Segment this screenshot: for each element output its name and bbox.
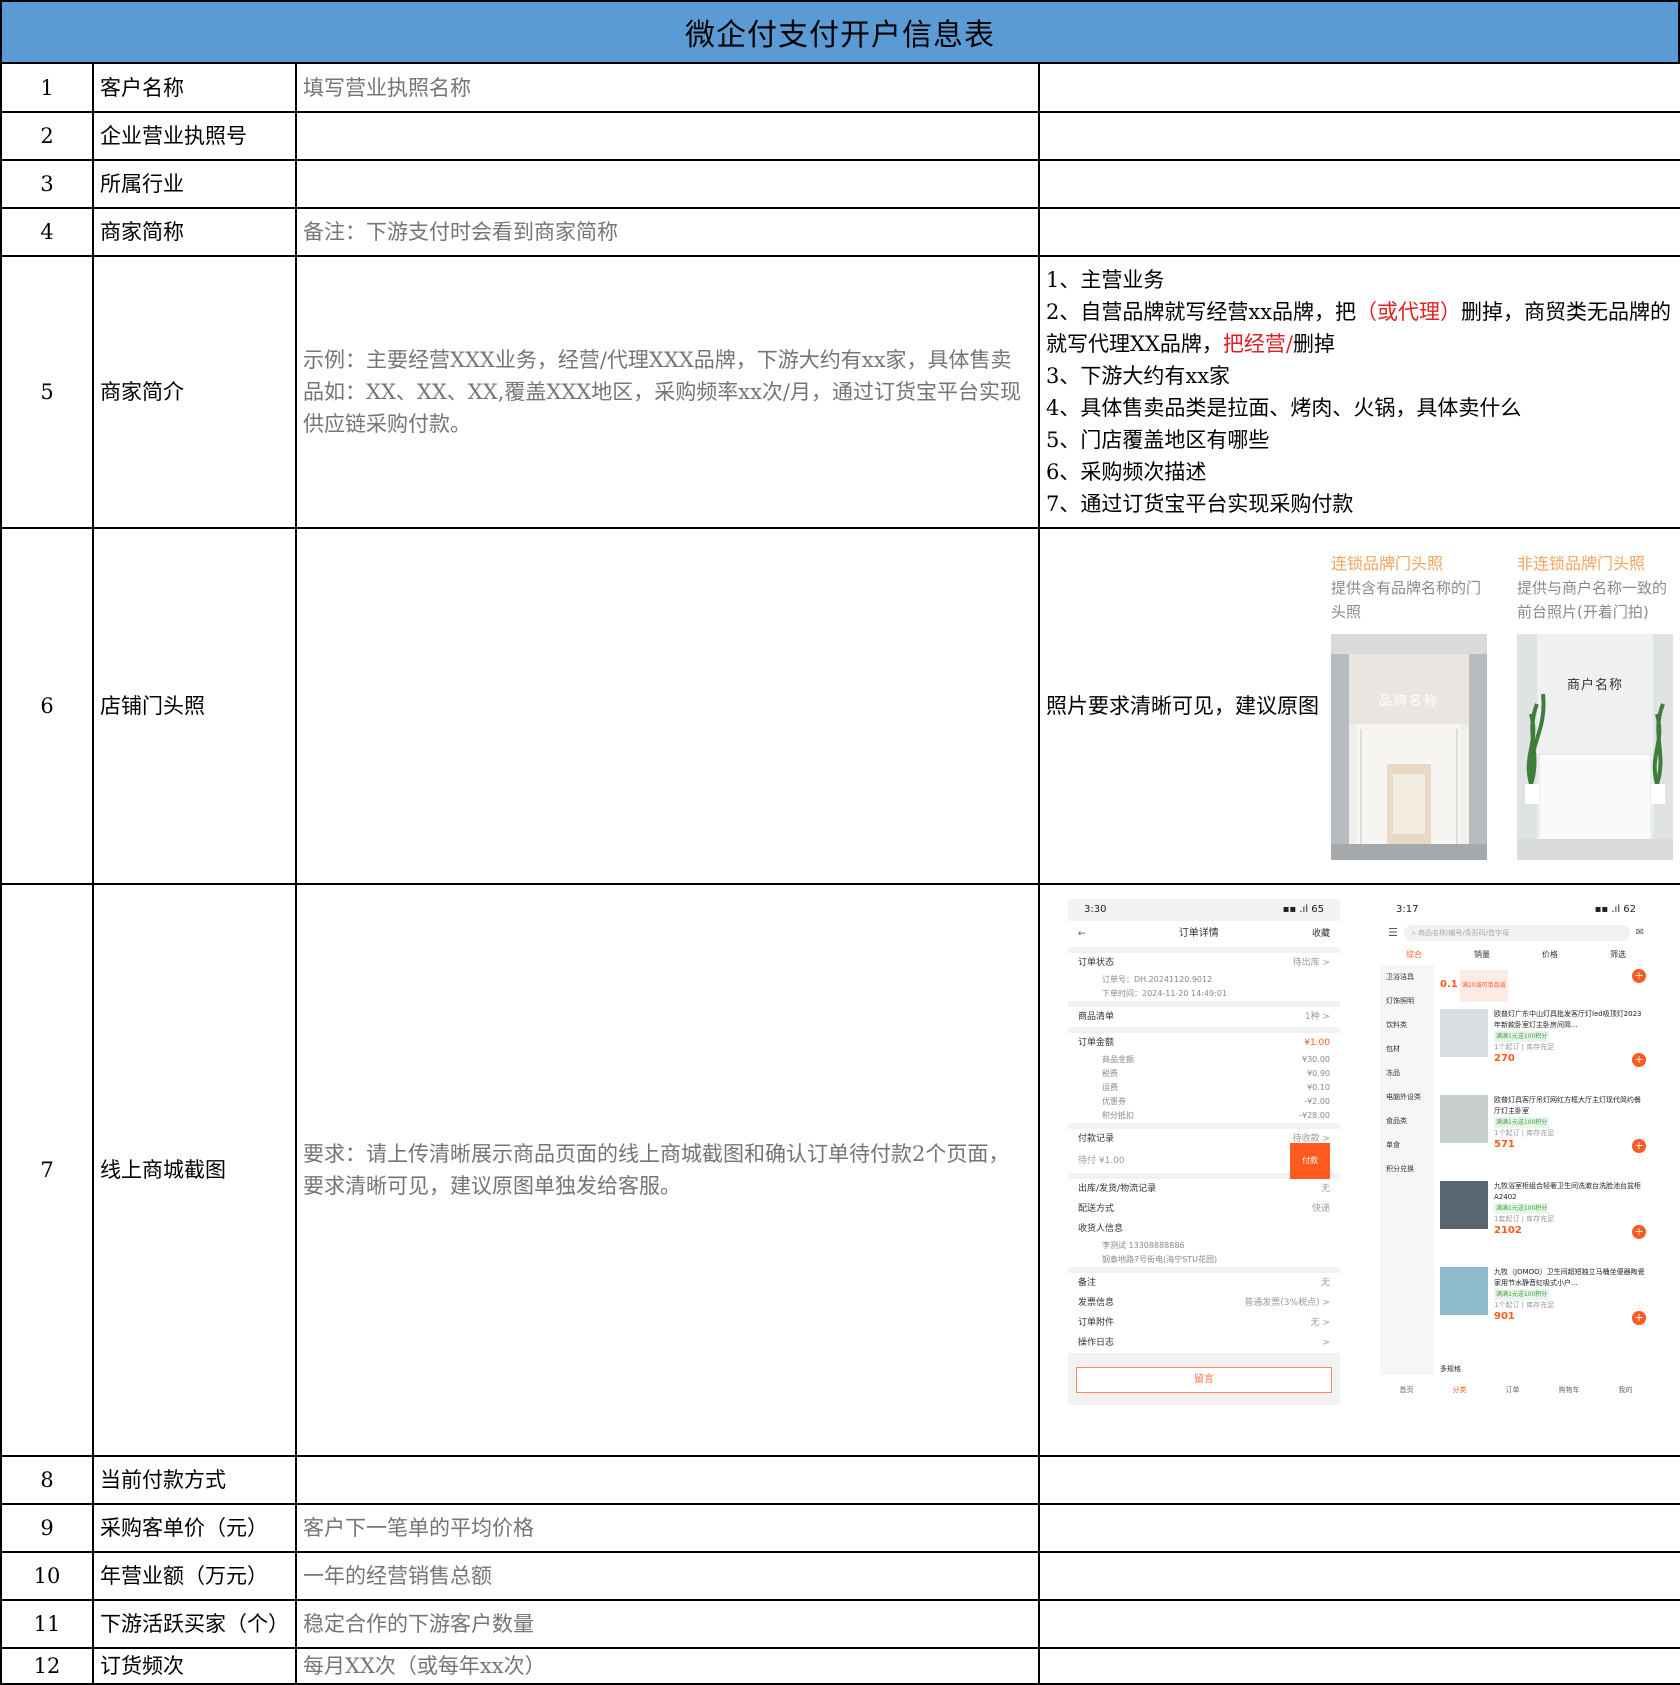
field-input[interactable] <box>295 111 1040 161</box>
field-label: 商家简介 <box>92 255 297 529</box>
field-note <box>1038 111 1680 161</box>
highlight-text: 把经营/ <box>1222 332 1293 356</box>
table-row: 3 所属行业 <box>0 159 1680 209</box>
order-detail-screenshot: 3:30 ▪▪ .ıl 65 ← 订单详情 收藏 订单状态 待出库 > 订单号：DH.2… <box>1068 899 1340 1405</box>
field-note <box>1038 207 1680 257</box>
field-input[interactable]: 备注：下游支付时会看到商家简称 <box>295 207 1040 257</box>
field-label: 年营业额（万元） <box>92 1551 297 1601</box>
list-item: 欧普灯具客厅吊灯网红方框大厅主灯现代简约餐厅灯主卧室 满满1元送100积分 1个… <box>1440 1095 1646 1181</box>
field-label: 所属行业 <box>92 159 297 209</box>
table-row: 11 下游活跃买家（个） 稳定合作的下游客户数量 <box>0 1599 1680 1649</box>
field-input[interactable]: 稳定合作的下游客户数量 <box>295 1599 1040 1649</box>
field-input[interactable]: 客户下一笔单的平均价格 <box>295 1503 1040 1553</box>
message-button: 留言 <box>1076 1367 1332 1393</box>
list-item: 九牧（JOMOO）卫生间超短独立马桶坐便器陶瓷家用节水静音虹吸式小户... 满满… <box>1440 1267 1646 1353</box>
row-number: 3 <box>0 159 94 209</box>
field-label: 企业营业执照号 <box>92 111 297 161</box>
row-number: 10 <box>0 1551 94 1601</box>
photo-requirement: 照片要求清晰可见，建议原图 <box>1046 694 1319 718</box>
note-line: 2、自营品牌就写经营xx品牌，把（或代理）删掉，商贸类无品牌的 <box>1046 300 1672 324</box>
field-label: 采购客单价（元） <box>92 1503 297 1553</box>
field-label: 店铺门头照 <box>92 527 297 885</box>
field-label: 订货频次 <box>92 1647 297 1685</box>
row-number: 8 <box>0 1455 94 1505</box>
row-number: 6 <box>0 527 94 885</box>
shop-listing-screenshot: 3:17 ▪▪ .ıl 62 ☰ ⌕ 商品名称/编号/条形码/首字母 ✉ 综合 销… <box>1380 899 1652 1405</box>
field-label: 客户名称 <box>92 62 297 113</box>
product-list: 0.1 满20减可单品减 + 欧普灯广东中山灯具批发客厅灯led吸顶灯2023年… <box>1434 965 1652 1385</box>
form-title: 微企付支付开户信息表 <box>0 0 1680 64</box>
menu-icon: ☰ <box>1388 926 1398 939</box>
list-item: 九牧浴室柜组合轻奢卫生间洗漱台洗脸池台盆柜A2402 满满1元送100积分 1套… <box>1440 1181 1646 1267</box>
note-line: 就写代理XX品牌，把经营/删掉 <box>1046 332 1335 356</box>
field-note <box>1038 1503 1680 1553</box>
back-arrow-icon: ← <box>1078 929 1086 939</box>
example-title: 非连锁品牌门头照 <box>1517 554 1646 573</box>
row-number: 7 <box>0 883 94 1457</box>
field-note <box>1038 1647 1680 1685</box>
table-row: 1 客户名称 填写营业执照名称 <box>0 62 1680 113</box>
field-input[interactable] <box>295 159 1040 209</box>
row-number: 1 <box>0 62 94 113</box>
row-number: 12 <box>0 1647 94 1685</box>
field-note <box>1038 1599 1680 1649</box>
table-row: 9 采购客单价（元） 客户下一笔单的平均价格 <box>0 1503 1680 1553</box>
row-number: 2 <box>0 111 94 161</box>
field-note <box>1038 1455 1680 1505</box>
search-box: ⌕ 商品名称/编号/条形码/首字母 <box>1403 925 1630 941</box>
note-line: 6、采购频次描述 <box>1046 460 1207 484</box>
field-label: 商家简称 <box>92 207 297 257</box>
field-label: 下游活跃买家（个） <box>92 1599 297 1649</box>
field-upload[interactable]: 要求：请上传清晰展示商品页面的线上商城截图和确认订单待付款2个页面，要求清晰可见… <box>295 883 1040 1457</box>
field-input[interactable]: 示例：主要经营XXX业务，经营/代理XXX品牌，下游大约有xx家，具体售卖品如：… <box>295 255 1040 529</box>
note-line: 3、下游大约有xx家 <box>1046 364 1231 388</box>
merchant-sign-text: 商户名称 <box>1566 678 1623 693</box>
storefront-image: 品牌名称 <box>1331 634 1487 860</box>
info-form-sheet: 微企付支付开户信息表 1 客户名称 填写营业执照名称 2 企业营业执照号 3 所… <box>0 0 1680 1685</box>
note-line: 4、具体售卖品类是拉面、烤肉、火锅，具体卖什么 <box>1046 396 1522 420</box>
field-note: 3:30 ▪▪ .ıl 65 ← 订单详情 收藏 订单状态 待出库 > 订单号：DH.2… <box>1038 883 1680 1457</box>
table-row: 6 店铺门头照 照片要求清晰可见，建议原图 连锁品牌门头照 提供含有品牌名称的门… <box>0 527 1680 885</box>
table-row: 10 年营业额（万元） 一年的经营销售总额 <box>0 1551 1680 1601</box>
note-line: 1、主营业务 <box>1046 268 1165 292</box>
field-input[interactable] <box>295 1455 1040 1505</box>
reception-image: 商户名称 <box>1517 634 1673 860</box>
row-number: 9 <box>0 1503 94 1553</box>
table-row: 12 订货频次 每月XX次（或每年xx次） <box>0 1647 1680 1685</box>
field-input[interactable]: 每月XX次（或每年xx次） <box>295 1647 1040 1685</box>
note-line: 7、通过订货宝平台实现采购付款 <box>1046 492 1354 516</box>
field-note: 1、主营业务 2、自营品牌就写经营xx品牌，把（或代理）删掉，商贸类无品牌的 就… <box>1038 255 1680 529</box>
field-input[interactable]: 填写营业执照名称 <box>295 62 1040 113</box>
bottom-tab-bar: 首页 分类 订单 购物车 我的 <box>1380 1375 1652 1405</box>
table-row: 8 当前付款方式 <box>0 1455 1680 1505</box>
example-desc: 提供含有品牌名称的门头照 <box>1331 579 1482 621</box>
field-note <box>1038 159 1680 209</box>
table-row: 5 商家简介 示例：主要经营XXX业务，经营/代理XXX品牌，下游大约有xx家，… <box>0 255 1680 529</box>
field-input[interactable]: 一年的经营销售总额 <box>295 1551 1040 1601</box>
info-table: 1 客户名称 填写营业执照名称 2 企业营业执照号 3 所属行业 4 商家简称 … <box>0 62 1680 1685</box>
list-item: 欧普灯广东中山灯具批发客厅灯led吸顶灯2023年新款卧室灯主卧房间简... 满… <box>1440 1009 1646 1095</box>
message-icon: ✉ <box>1635 927 1644 938</box>
brand-sign-text: 品牌名称 <box>1378 694 1439 709</box>
field-label: 线上商城截图 <box>92 883 297 1457</box>
field-note: 照片要求清晰可见，建议原图 连锁品牌门头照 提供含有品牌名称的门头照 品牌名称 … <box>1038 527 1680 885</box>
row-number: 5 <box>0 255 94 529</box>
category-list: 卫浴洁具 灯饰照明 饮料类 包材 冻品 电脑外设类 食品类 单食 积分兑换 <box>1380 965 1434 1385</box>
table-row: 2 企业营业执照号 <box>0 111 1680 161</box>
field-label: 当前付款方式 <box>92 1455 297 1505</box>
row-number: 11 <box>0 1599 94 1649</box>
table-row: 7 线上商城截图 要求：请上传清晰展示商品页面的线上商城截图和确认订单待付款2个… <box>0 883 1680 1457</box>
example-title: 连锁品牌门头照 <box>1331 554 1444 573</box>
example-desc: 提供与商户名称一致的前台照片(开着门拍) <box>1517 579 1668 621</box>
table-row: 4 商家简称 备注：下游支付时会看到商家简称 <box>0 207 1680 257</box>
field-upload[interactable] <box>295 527 1040 885</box>
row-number: 4 <box>0 207 94 257</box>
field-note <box>1038 1551 1680 1601</box>
highlight-text: （或代理） <box>1356 300 1462 324</box>
field-note <box>1038 62 1680 113</box>
note-line: 5、门店覆盖地区有哪些 <box>1046 428 1270 452</box>
chain-store-example: 连锁品牌门头照 提供含有品牌名称的门头照 品牌名称 <box>1331 552 1489 860</box>
non-chain-store-example: 非连锁品牌门头照 提供与商户名称一致的前台照片(开着门拍) 商户名称 <box>1517 552 1675 860</box>
